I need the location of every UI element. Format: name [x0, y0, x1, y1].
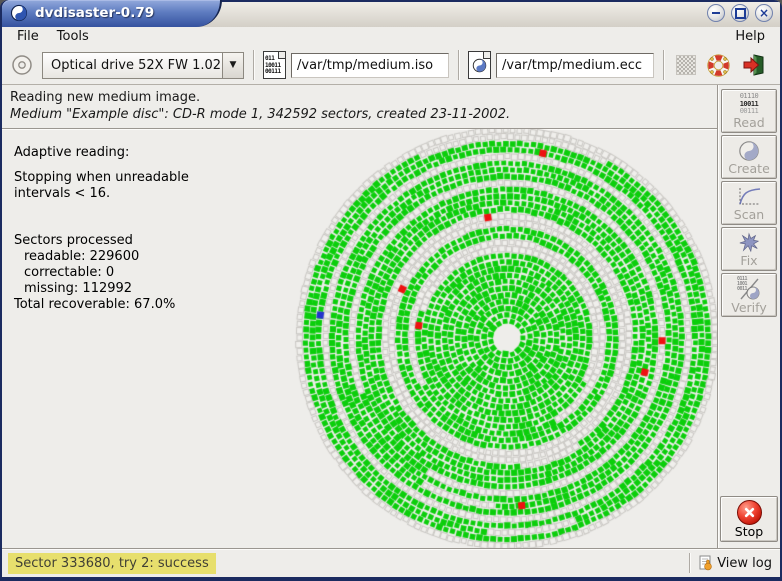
read-binary-icon: 01110 10011 00111 [740, 93, 759, 116]
lifebelt-icon [707, 54, 730, 77]
toolbar-separator [253, 50, 254, 80]
image-file-input[interactable] [291, 53, 449, 78]
window-title: dvdisaster-0.79 [35, 0, 154, 26]
read-button[interactable]: 01110 10011 00111 Read [721, 89, 777, 133]
maximize-button[interactable] [731, 4, 749, 22]
sectors-title: Sectors processed [14, 233, 189, 249]
status-header: Reading new medium image. Medium "Exampl… [2, 85, 717, 129]
preferences-disabled-icon [676, 55, 696, 75]
stopping-line-2: intervals < 16. [14, 186, 189, 202]
sectors-correctable: correctable: 0 [14, 265, 189, 281]
stop-icon [737, 500, 762, 525]
sectors-missing: missing: 112992 [14, 281, 189, 297]
stopping-line-1: Stopping when unreadable [14, 170, 189, 186]
menu-item-help[interactable]: Help [726, 29, 774, 44]
close-button[interactable]: × [755, 4, 773, 22]
fix-button[interactable]: Fix [721, 227, 777, 271]
main-panel: Adaptive reading: Stopping when unreadab… [2, 129, 717, 548]
menu-item-file[interactable]: File [8, 29, 48, 44]
create-button[interactable]: Create [721, 135, 777, 179]
toolbar-separator [663, 50, 664, 80]
menubar: File Tools Help [2, 27, 780, 46]
view-log-icon [698, 555, 714, 571]
preferences-button[interactable] [675, 55, 696, 75]
toolbar-separator [458, 50, 459, 80]
maximize-icon [735, 8, 746, 19]
minimize-button[interactable] [707, 4, 725, 22]
sectors-readable: readable: 229600 [14, 249, 189, 265]
stop-button[interactable]: Stop [720, 496, 778, 542]
statusbar: Sector 333680, try 2: success View log [2, 548, 780, 577]
optical-drive-icon [10, 53, 34, 77]
disc-spiral [293, 129, 717, 548]
view-log-button[interactable]: View log [690, 555, 774, 571]
reading-mode-label: Adaptive reading: [14, 145, 189, 161]
stop-label: Stop [735, 525, 763, 538]
status-message: Sector 333680, try 2: success [8, 553, 216, 574]
ecc-file-icon [468, 51, 491, 79]
read-label: Read [733, 116, 764, 129]
action-sidebar: 01110 10011 00111 Read Create [717, 85, 780, 548]
titlebar-background [142, 2, 780, 27]
app-yinyang-icon [10, 4, 28, 22]
fix-splash-icon [738, 232, 760, 254]
toolbar: Optical drive 52X FW 1.02 ▼ 011 10011 00… [2, 46, 780, 85]
minimize-icon [712, 12, 720, 14]
info-panel: Adaptive reading: Stopping when unreadab… [14, 145, 189, 313]
titlebar-tab[interactable]: dvdisaster-0.79 [2, 0, 222, 27]
create-yinyang-icon [738, 140, 760, 162]
scan-label: Scan [734, 208, 764, 221]
total-recoverable: Total recoverable: 67.0% [14, 297, 189, 313]
fix-label: Fix [740, 254, 757, 267]
quit-button[interactable] [741, 53, 765, 77]
create-label: Create [728, 162, 770, 175]
close-icon: × [759, 7, 769, 19]
app-window: dvdisaster-0.79 × File Tools Help Optica… [0, 0, 782, 581]
status-line-2: Medium "Example disc": CD-R mode 1, 3425… [10, 107, 717, 122]
status-line-1: Reading new medium image. [10, 90, 717, 105]
verify-label: Verify [731, 301, 766, 314]
drive-select-value: Optical drive 52X FW 1.02 [43, 58, 222, 73]
menu-item-tools[interactable]: Tools [48, 29, 98, 44]
scan-button[interactable]: Scan [721, 181, 777, 225]
titlebar: dvdisaster-0.79 × [2, 0, 780, 27]
image-file-icon: 011 10011 00111 [263, 51, 286, 79]
chevron-down-icon[interactable]: ▼ [222, 53, 243, 78]
scan-curve-icon [736, 186, 762, 208]
view-log-label: View log [717, 556, 772, 571]
verify-icon: 0111 1001 0011 [737, 277, 761, 301]
ecc-file-input[interactable] [496, 53, 654, 78]
drive-select[interactable]: Optical drive 52X FW 1.02 ▼ [42, 52, 244, 79]
help-button[interactable] [707, 54, 730, 77]
verify-button[interactable]: 0111 1001 0011 Verify [721, 273, 777, 317]
exit-door-icon [741, 53, 765, 77]
